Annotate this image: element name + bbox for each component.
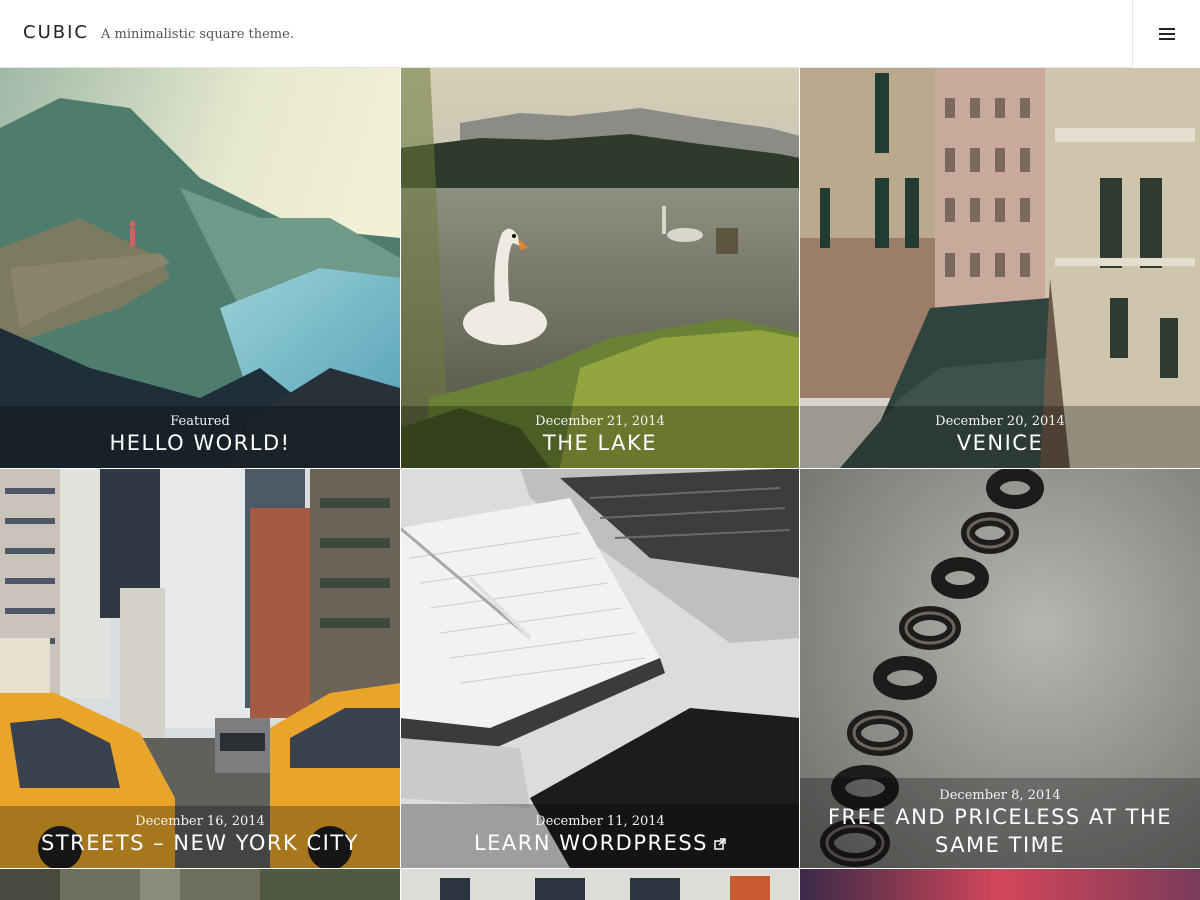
post-caption: December 20, 2014 VENICE [800, 406, 1200, 468]
post-meta: December 21, 2014 [535, 414, 665, 429]
post-tile-learn-wordpress[interactable]: December 11, 2014 LEARN WORDPRESS [400, 468, 800, 868]
post-title-wrap: LEARN WORDPRESS [400, 829, 800, 857]
post-title: VENICE [956, 431, 1044, 455]
post-caption: December 11, 2014 LEARN WORDPRESS [400, 804, 800, 868]
post-tile-venice[interactable]: December 20, 2014 VENICE [800, 68, 1200, 468]
post-meta: December 20, 2014 [935, 414, 1065, 429]
forest-photo [0, 868, 400, 900]
brand: CUBIC A minimalistic square theme. [23, 22, 294, 43]
sunset-photo [800, 868, 1200, 900]
post-tile-partial[interactable] [0, 868, 400, 900]
post-caption: Featured HELLO WORLD! [0, 406, 400, 468]
building-photo [400, 868, 800, 900]
external-link-icon [714, 838, 726, 850]
post-title: LEARN WORDPRESS [473, 831, 709, 855]
menu-toggle-button[interactable] [1132, 0, 1200, 68]
post-meta: December 16, 2014 [135, 814, 265, 829]
post-title: STREETS – NEW YORK CITY [41, 831, 359, 855]
post-tile-streets-new-york-city[interactable]: December 16, 2014 STREETS – NEW YORK CIT… [0, 468, 400, 868]
hamburger-menu-icon [1158, 28, 1175, 40]
site-tagline: A minimalistic square theme. [100, 27, 294, 42]
post-grid: Featured HELLO WORLD! December 21, 2014 … [0, 68, 1200, 900]
post-title: THE LAKE [542, 431, 658, 455]
site-title-link[interactable]: CUBIC [23, 22, 89, 43]
post-caption: December 8, 2014 FREE AND PRICELESS AT T… [800, 778, 1200, 868]
post-caption: December 16, 2014 STREETS – NEW YORK CIT… [0, 806, 400, 868]
post-meta: December 11, 2014 [535, 814, 665, 829]
post-title-line-1: FREE AND PRICELESS AT THE [827, 805, 1173, 829]
post-caption: December 21, 2014 THE LAKE [400, 406, 800, 468]
post-tile-the-lake[interactable]: December 21, 2014 THE LAKE [400, 68, 800, 468]
post-meta: Featured [170, 414, 230, 429]
post-title-line-2: SAME TIME [934, 833, 1066, 857]
post-tile-partial[interactable] [400, 868, 800, 900]
post-tile-free-and-priceless[interactable]: December 8, 2014 FREE AND PRICELESS AT T… [800, 468, 1200, 868]
post-title: HELLO WORLD! [109, 431, 291, 455]
post-meta: December 8, 2014 [939, 788, 1061, 803]
site-header: CUBIC A minimalistic square theme. [0, 0, 1200, 68]
post-tile-hello-world[interactable]: Featured HELLO WORLD! [0, 68, 400, 468]
post-tile-partial[interactable] [800, 868, 1200, 900]
